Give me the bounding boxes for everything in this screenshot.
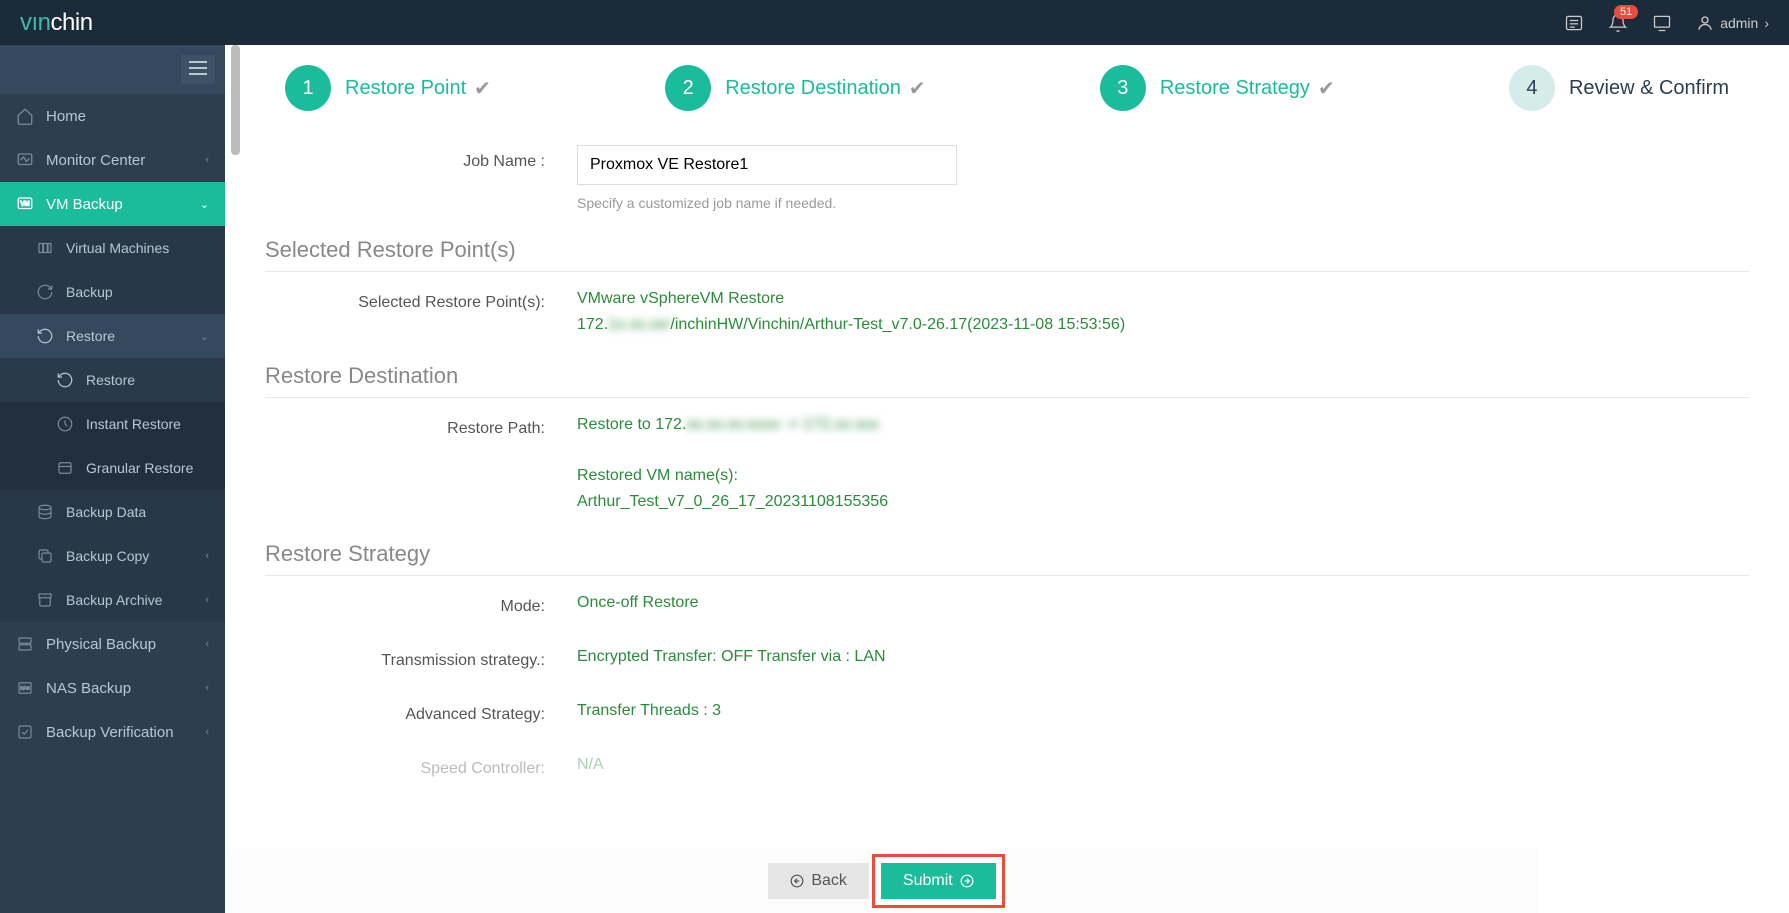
instant-icon	[56, 415, 74, 433]
restore-icon	[56, 371, 74, 389]
vm-icon: VM	[16, 195, 34, 213]
mode-value: Once-off Restore	[577, 590, 1749, 616]
svg-text:NAS: NAS	[20, 686, 29, 691]
scrollbar-thumb[interactable]	[231, 45, 240, 155]
transmission-value: Encrypted Transfer: OFF Transfer via : L…	[577, 644, 1749, 670]
check-icon: ✔	[909, 76, 926, 101]
sidebar-item-backup-verification[interactable]: Backup Verification ‹	[0, 710, 225, 754]
selected-points-label: Selected Restore Point(s):	[265, 286, 545, 312]
section-strategy: Restore Strategy	[265, 541, 1749, 576]
chevron-icon: ‹	[205, 638, 209, 650]
sidebar-item-home[interactable]: Home	[0, 94, 225, 138]
step-restore-destination[interactable]: 2 Restore Destination ✔	[665, 65, 925, 111]
server-icon	[16, 635, 34, 653]
sidebar-item-restore[interactable]: Restore ⌄	[0, 314, 225, 358]
check-icon: ✔	[474, 76, 491, 101]
sidebar-item-instant-restore[interactable]: Instant Restore	[0, 402, 225, 446]
chevron-icon: ‹	[205, 154, 209, 166]
step-review-confirm[interactable]: 4 Review & Confirm	[1509, 65, 1729, 111]
sidebar-item-backup-data[interactable]: Backup Data	[0, 490, 225, 534]
chevron-down-icon: ›	[1764, 15, 1769, 31]
job-name-help: Specify a customized job name if needed.	[577, 195, 1749, 211]
sidebar-item-backup-copy[interactable]: Backup Copy ‹	[0, 534, 225, 578]
top-bar: vınchin 51 admin ›	[0, 0, 1789, 45]
section-selected-points: Selected Restore Point(s)	[265, 237, 1749, 272]
advanced-label: Advanced Strategy:	[265, 698, 545, 724]
backup-icon	[36, 283, 54, 301]
button-row: Back Submit	[225, 849, 1539, 913]
screen-icon[interactable]	[1652, 13, 1672, 33]
advanced-value: Transfer Threads : 3	[577, 698, 1749, 724]
chevron-icon: ‹	[205, 726, 209, 738]
home-icon	[16, 107, 34, 125]
back-arrow-icon	[790, 874, 804, 888]
list-icon[interactable]	[1564, 13, 1584, 33]
check-icon: ✔	[1318, 76, 1335, 101]
archive-icon	[36, 591, 54, 609]
sidebar-item-virtual-machines[interactable]: Virtual Machines	[0, 226, 225, 270]
transmission-label: Transmission strategy.:	[265, 644, 545, 670]
step-restore-point[interactable]: 1 Restore Point ✔	[285, 65, 491, 111]
forward-arrow-icon	[960, 874, 974, 888]
granular-icon	[56, 459, 74, 477]
user-menu[interactable]: admin ›	[1696, 14, 1769, 32]
selected-points-value: VMware vSphereVM Restore 172.1x.xx.xx//i…	[577, 286, 1749, 337]
back-button[interactable]: Back	[768, 863, 869, 899]
logo: vınchin	[20, 9, 93, 37]
notif-badge: 51	[1614, 5, 1638, 19]
speed-label: Speed Controller:	[265, 752, 545, 778]
chevron-down-icon: ⌄	[200, 330, 209, 343]
hamburger-button[interactable]	[181, 55, 215, 84]
chevron-icon: ‹	[205, 594, 209, 606]
chevron-down-icon: ⌄	[200, 198, 209, 211]
sidebar-item-physical-backup[interactable]: Physical Backup ‹	[0, 622, 225, 666]
bell-icon[interactable]: 51	[1608, 13, 1628, 33]
job-name-label: Job Name :	[265, 145, 545, 171]
main-content: 1 Restore Point ✔ 2 Restore Destination …	[225, 45, 1789, 913]
step-restore-strategy[interactable]: 3 Restore Strategy ✔	[1100, 65, 1335, 111]
nas-icon: NAS	[16, 679, 34, 697]
chevron-icon: ‹	[205, 550, 209, 562]
mode-label: Mode:	[265, 590, 545, 616]
restore-path-value: Restore to 172.xx.xx.xx:xxxx -> 172.xx.x…	[577, 412, 1749, 514]
sidebar-item-nas-backup[interactable]: NAS NAS Backup ‹	[0, 666, 225, 710]
svg-text:VM: VM	[21, 202, 30, 208]
vm-list-icon	[36, 239, 54, 257]
job-name-input[interactable]	[577, 145, 957, 185]
section-destination: Restore Destination	[265, 363, 1749, 398]
speed-value: N/A	[577, 752, 1749, 778]
sidebar-item-backup[interactable]: Backup	[0, 270, 225, 314]
chevron-icon: ‹	[205, 682, 209, 694]
restore-icon	[36, 327, 54, 345]
copy-icon	[36, 547, 54, 565]
sidebar-item-monitor[interactable]: Monitor Center ‹	[0, 138, 225, 182]
monitor-icon	[16, 151, 34, 169]
sidebar-item-granular-restore[interactable]: Granular Restore	[0, 446, 225, 490]
sidebar: Home Monitor Center ‹ VM VM Backup ⌄ Vir…	[0, 45, 225, 913]
wizard-steps: 1 Restore Point ✔ 2 Restore Destination …	[225, 45, 1789, 131]
submit-button[interactable]: Submit	[881, 863, 996, 899]
sidebar-item-restore-sub[interactable]: Restore	[0, 358, 225, 402]
verify-icon	[16, 723, 34, 741]
sidebar-toggle	[0, 45, 225, 94]
database-icon	[36, 503, 54, 521]
restore-path-label: Restore Path:	[265, 412, 545, 438]
sidebar-item-backup-archive[interactable]: Backup Archive ‹	[0, 578, 225, 622]
sidebar-item-vm-backup[interactable]: VM VM Backup ⌄	[0, 182, 225, 226]
